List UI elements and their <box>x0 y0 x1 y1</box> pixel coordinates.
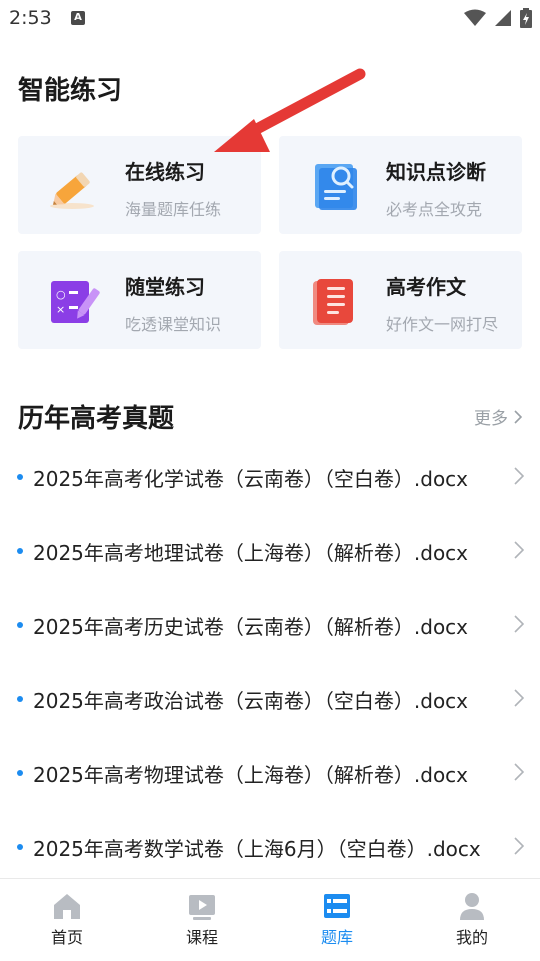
card-subtitle: 吃透课堂知识 <box>125 315 222 334</box>
tab-label: 首页 <box>50 928 83 947</box>
tab-label: 题库 <box>320 928 353 947</box>
card-gaokao-essay[interactable]: 高考作文 好作文一网打尽 <box>279 251 522 349</box>
list-item[interactable]: 2025年高考历史试卷（云南卷）（解析卷）.docx <box>0 586 540 660</box>
chevron-right-icon <box>514 541 524 559</box>
person-icon <box>460 893 484 920</box>
bullet-dot <box>17 844 23 850</box>
notification-icon: A <box>71 11 85 25</box>
svg-text:○: ○ <box>56 288 66 301</box>
battery-icon <box>520 8 532 28</box>
list-item[interactable]: 2025年高考政治试卷（云南卷）（空白卷）.docx <box>0 660 540 734</box>
worksheet-icon: ○ × <box>51 281 100 323</box>
card-title: 随堂练习 <box>125 275 205 299</box>
chevron-right-icon <box>514 409 522 424</box>
play-icon <box>189 895 215 920</box>
card-title: 知识点诊断 <box>386 160 486 184</box>
bullet-dot <box>17 548 23 554</box>
bullet-dot <box>17 696 23 702</box>
bullet-dot <box>17 622 23 628</box>
signal-icon <box>495 10 511 26</box>
card-subtitle: 海量题库任练 <box>125 200 222 219</box>
past-exam-list: 2025年高考化学试卷（云南卷）（空白卷）.docx 2025年高考地理试卷（上… <box>0 438 540 882</box>
arrow-annotation <box>214 68 366 152</box>
chevron-right-icon <box>514 837 524 855</box>
tab-label: 课程 <box>185 928 218 947</box>
document-search-icon <box>315 164 357 210</box>
card-class-practice[interactable]: ○ × 随堂练习 吃透课堂知识 <box>18 251 261 349</box>
chevron-right-icon <box>514 689 524 707</box>
tab-label: 我的 <box>455 928 488 947</box>
card-subtitle: 必考点全攻克 <box>386 200 483 219</box>
more-label: 更多 <box>474 409 508 429</box>
more-link[interactable]: 更多 <box>474 404 522 429</box>
status-icons <box>464 7 532 29</box>
bullet-dot <box>17 770 23 776</box>
bullet-dot <box>17 474 23 480</box>
bottom-tab-bar: 首页 课程 题库 我的 <box>0 878 540 961</box>
tab-profile[interactable]: 我的 <box>422 891 522 948</box>
notebook-icon <box>313 279 353 325</box>
chevron-right-icon <box>514 467 524 485</box>
chevron-right-icon <box>514 763 524 781</box>
wifi-icon <box>464 9 486 26</box>
list-item[interactable]: 2025年高考数学试卷（上海6月）（空白卷）.docx <box>0 808 540 882</box>
status-bar: 2:53 A <box>0 0 540 36</box>
card-title: 高考作文 <box>386 275 466 299</box>
pencil-icon <box>50 172 94 209</box>
tab-question-bank[interactable]: 题库 <box>287 891 387 948</box>
chevron-right-icon <box>514 615 524 633</box>
question-bank-icon <box>324 894 350 918</box>
card-title: 在线练习 <box>125 160 205 184</box>
card-subtitle: 好作文一网打尽 <box>386 315 499 334</box>
list-item[interactable]: 2025年高考物理试卷（上海卷）（解析卷）.docx <box>0 734 540 808</box>
exam-title: 2025年高考化学试卷（云南卷）（空白卷）.docx <box>33 467 469 491</box>
past-exams-title: 历年高考真题 <box>18 404 175 434</box>
svg-text:×: × <box>56 303 65 316</box>
exam-title: 2025年高考地理试卷（上海卷）（解析卷）.docx <box>33 541 469 565</box>
exam-title: 2025年高考政治试卷（云南卷）（空白卷）.docx <box>33 689 469 713</box>
tab-courses[interactable]: 课程 <box>152 891 252 948</box>
home-icon <box>54 894 80 919</box>
exam-title: 2025年高考物理试卷（上海卷）（解析卷）.docx <box>33 763 469 787</box>
exam-title: 2025年高考数学试卷（上海6月）（空白卷）.docx <box>33 837 481 861</box>
list-item[interactable]: 2025年高考化学试卷（云南卷）（空白卷）.docx <box>0 438 540 512</box>
list-item[interactable]: 2025年高考地理试卷（上海卷）（解析卷）.docx <box>0 512 540 586</box>
tab-home[interactable]: 首页 <box>17 891 117 948</box>
exam-title: 2025年高考历史试卷（云南卷）（解析卷）.docx <box>33 615 469 639</box>
smart-practice-title: 智能练习 <box>18 76 123 106</box>
status-time: 2:53 <box>9 7 52 29</box>
